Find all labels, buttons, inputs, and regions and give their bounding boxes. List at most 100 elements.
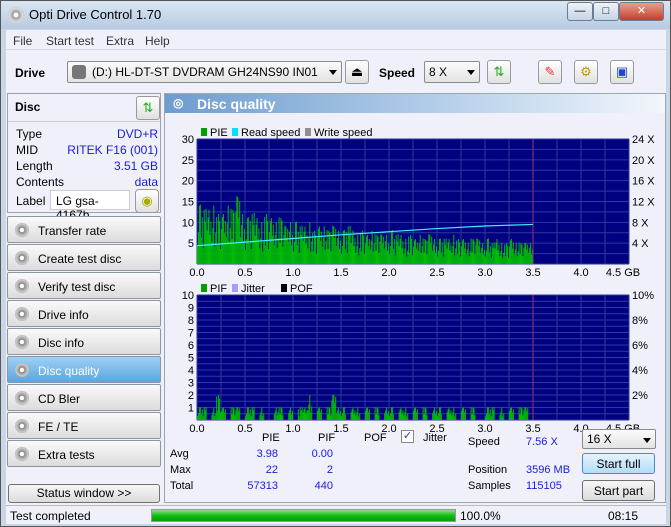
drive-value: (D:) HL-DT-ST DVDRAM GH24NS90 IN01: [92, 65, 318, 79]
data-bar: [340, 240, 341, 264]
menu-extra[interactable]: Extra: [106, 34, 134, 48]
y-tick-label: 30: [182, 134, 194, 146]
data-bar: [376, 407, 378, 420]
data-bar: [423, 252, 425, 264]
status-window-button[interactable]: Status window >>: [8, 484, 160, 503]
eraser-button[interactable]: ✎: [538, 60, 562, 84]
data-bar: [327, 248, 329, 264]
panel-header: ◎ Disc quality: [165, 94, 665, 113]
data-bar: [500, 412, 502, 420]
eject-button[interactable]: ⏏: [345, 60, 369, 84]
data-bar: [293, 251, 294, 264]
minimize-button[interactable]: —: [567, 2, 593, 21]
drive-select[interactable]: (D:) HL-DT-ST DVDRAM GH24NS90 IN01: [67, 61, 342, 83]
data-bar: [235, 410, 237, 420]
data-bar: [313, 251, 315, 264]
y2-tick-label: 2%: [632, 390, 648, 402]
save-button[interactable]: ▣: [610, 60, 634, 84]
disc-icon: [15, 391, 29, 405]
data-bar: [389, 416, 390, 420]
start-full-button[interactable]: Start full: [582, 453, 655, 474]
x-tick-label: 0.0: [189, 267, 204, 279]
chevron-down-icon: [643, 438, 651, 443]
data-bar: [303, 231, 305, 264]
y-tick-label: 20: [182, 176, 194, 188]
data-bar: [308, 404, 310, 420]
test-speed-select[interactable]: 16 X: [582, 429, 656, 449]
data-bar: [221, 217, 223, 264]
data-bar: [420, 252, 422, 264]
start-part-button[interactable]: Start part: [582, 480, 655, 501]
menu-start-test[interactable]: Start test: [46, 34, 94, 48]
data-bar: [435, 414, 437, 420]
nav-verify-test-disc[interactable]: Verify test disc: [7, 272, 161, 299]
data-bar: [331, 234, 333, 264]
data-bar: [530, 243, 532, 264]
data-bar: [502, 257, 504, 264]
x-tick-label: 1.0: [285, 423, 300, 433]
data-bar: [369, 248, 371, 264]
data-bar: [438, 407, 440, 420]
refresh-button[interactable]: ⇅: [487, 60, 511, 84]
close-button[interactable]: ✕: [619, 2, 664, 21]
menu-file[interactable]: File: [13, 34, 32, 48]
data-bar: [300, 234, 302, 264]
data-bar: [205, 407, 207, 420]
maximize-button[interactable]: □: [593, 2, 619, 21]
data-bar: [519, 254, 521, 264]
data-bar: [413, 408, 415, 420]
data-bar: [522, 256, 524, 264]
data-bar: [437, 250, 439, 264]
speed-select[interactable]: 8 X: [424, 61, 480, 83]
nav-disc-quality[interactable]: Disc quality: [7, 356, 161, 383]
data-bar: [502, 416, 504, 420]
data-bar: [339, 414, 341, 420]
data-bar: [456, 240, 458, 264]
jitter-checkbox[interactable]: ✓: [401, 430, 414, 443]
nav-disc-info[interactable]: Disc info: [7, 328, 161, 355]
nav-fe-te[interactable]: FE / TE: [7, 412, 161, 439]
label-field[interactable]: LG gsa-4167b: [50, 190, 130, 222]
data-bar: [440, 414, 442, 420]
data-bar: [455, 413, 457, 420]
data-bar: [436, 411, 437, 420]
data-bar: [440, 252, 442, 264]
data-bar: [323, 226, 325, 264]
total-label: Total: [170, 480, 194, 492]
data-bar: [432, 250, 434, 264]
nav-create-test-disc[interactable]: Create test disc: [7, 244, 161, 271]
data-bar: [206, 230, 208, 264]
menu-help[interactable]: Help: [145, 34, 170, 48]
data-bar: [275, 407, 277, 420]
disc-row-type: Type DVD+R: [16, 127, 158, 143]
disc-refresh-button[interactable]: ⇅: [136, 96, 160, 120]
data-bar: [281, 408, 283, 420]
label-disc-button[interactable]: ◉: [135, 189, 159, 213]
data-bar: [336, 413, 338, 420]
nav-extra-tests[interactable]: Extra tests: [7, 440, 161, 467]
settings-button[interactable]: ⚙: [574, 60, 598, 84]
data-bar: [317, 228, 319, 264]
nav-label: Create test disc: [38, 252, 122, 266]
nav-transfer-rate[interactable]: Transfer rate: [7, 216, 161, 243]
data-bar: [255, 224, 257, 264]
data-bar: [317, 411, 318, 420]
legend-label: Write speed: [314, 127, 373, 139]
nav-drive-info[interactable]: Drive info: [7, 300, 161, 327]
data-bar: [351, 235, 353, 264]
data-bar: [242, 214, 244, 264]
x-tick-label: 3.5: [525, 267, 540, 279]
data-bar: [473, 240, 475, 264]
y2-tick-label: 20 X: [632, 155, 655, 167]
data-bar: [311, 241, 313, 264]
position-value: 3596 MB: [526, 464, 571, 476]
data-bar: [338, 407, 340, 420]
data-bar: [287, 228, 289, 264]
data-bar: [463, 412, 465, 420]
data-bar: [431, 236, 433, 264]
drive-label: Drive: [15, 66, 46, 80]
y-tick-label: 3: [188, 378, 194, 390]
data-bar: [359, 248, 361, 264]
nav-cd-bler[interactable]: CD Bler: [7, 384, 161, 411]
data-bar: [360, 232, 362, 264]
